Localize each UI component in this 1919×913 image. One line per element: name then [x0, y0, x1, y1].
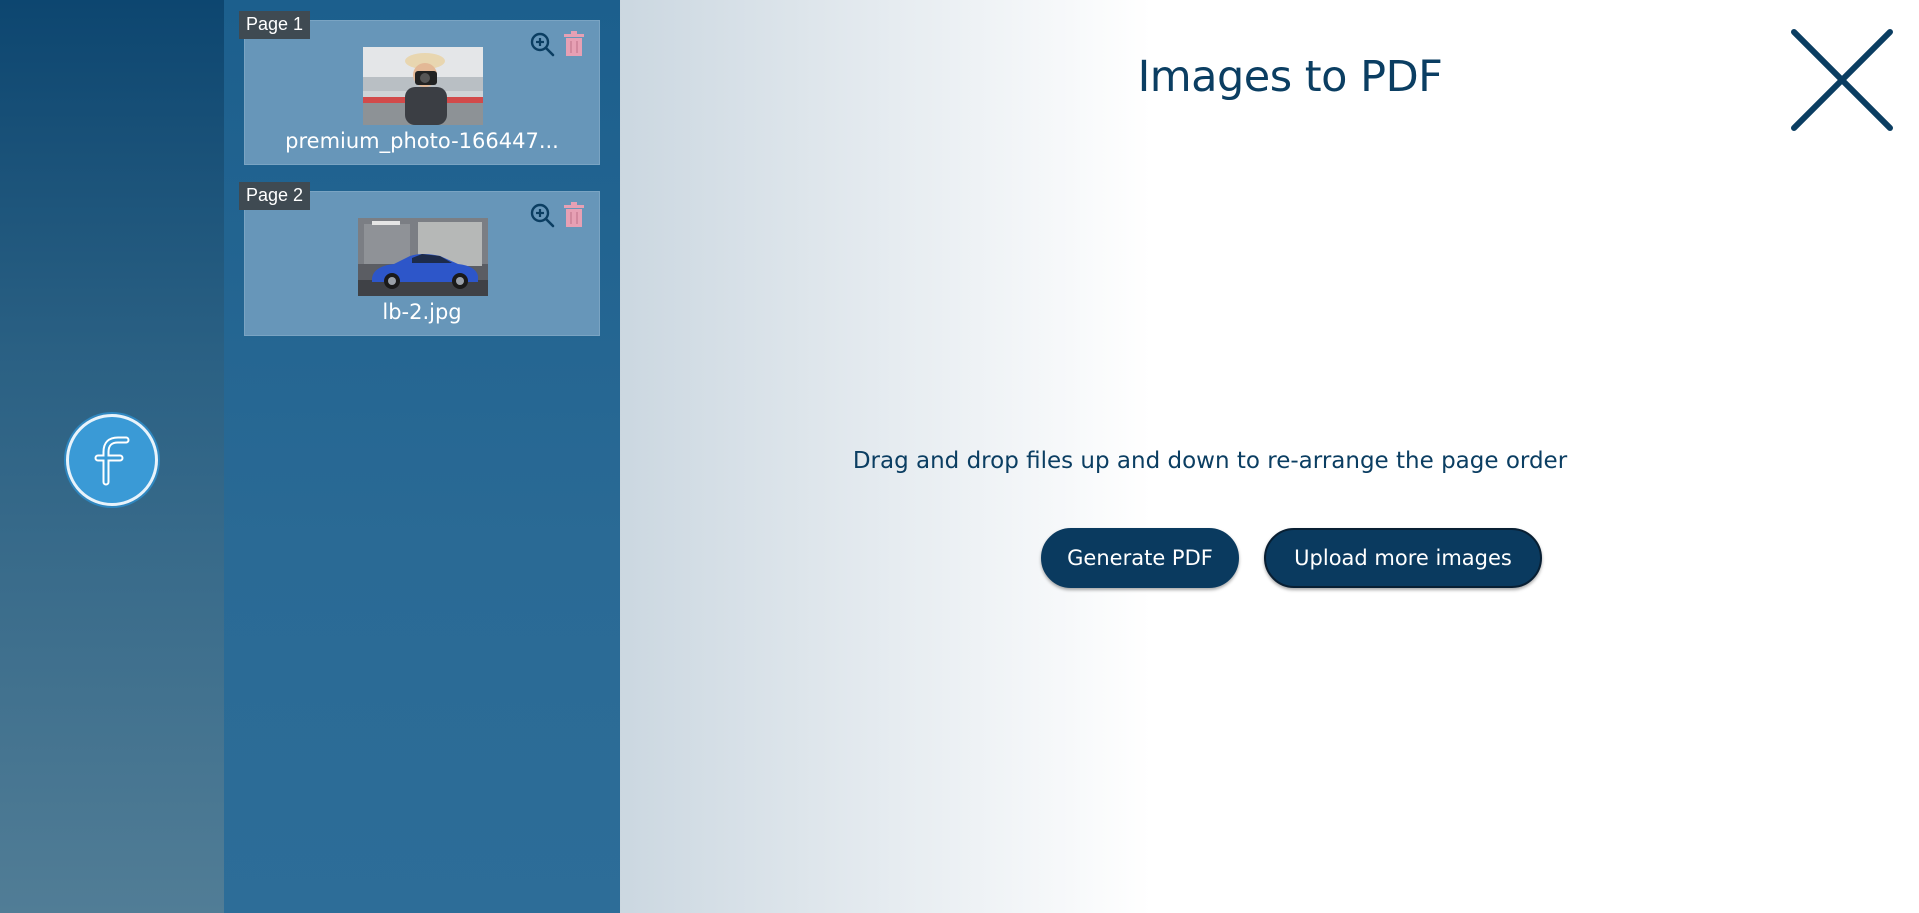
- page-filename: lb-2.jpg: [382, 300, 462, 324]
- close-icon[interactable]: [1790, 28, 1894, 132]
- page-title: Images to PDF: [1137, 52, 1443, 102]
- app-logo[interactable]: [66, 414, 158, 506]
- page-tag: Page 1: [239, 11, 311, 39]
- generate-pdf-button[interactable]: Generate PDF: [1041, 528, 1239, 588]
- trash-icon[interactable]: [563, 31, 585, 57]
- page-tag: Page 2: [239, 182, 311, 210]
- letter-f-logo-icon: [94, 436, 130, 486]
- zoom-in-icon[interactable]: [529, 202, 555, 228]
- trash-icon[interactable]: [563, 202, 585, 228]
- reorder-hint: Drag and drop files up and down to re-ar…: [852, 448, 1568, 474]
- page-filename: premium_photo-166447...: [285, 129, 559, 153]
- page-card-2[interactable]: Page 2 lb-2.jpg: [239, 182, 600, 336]
- page-card-1[interactable]: Page 1 premium_photo-166447...: [239, 11, 600, 165]
- page-list-panel: Page 1 premium_photo-166447... Page 2 lb…: [224, 0, 620, 913]
- upload-more-images-button[interactable]: Upload more images: [1264, 528, 1542, 588]
- zoom-in-icon[interactable]: [529, 31, 555, 57]
- page-thumbnail: [363, 47, 483, 125]
- left-rail: [0, 0, 224, 913]
- page-thumbnail: [358, 218, 488, 296]
